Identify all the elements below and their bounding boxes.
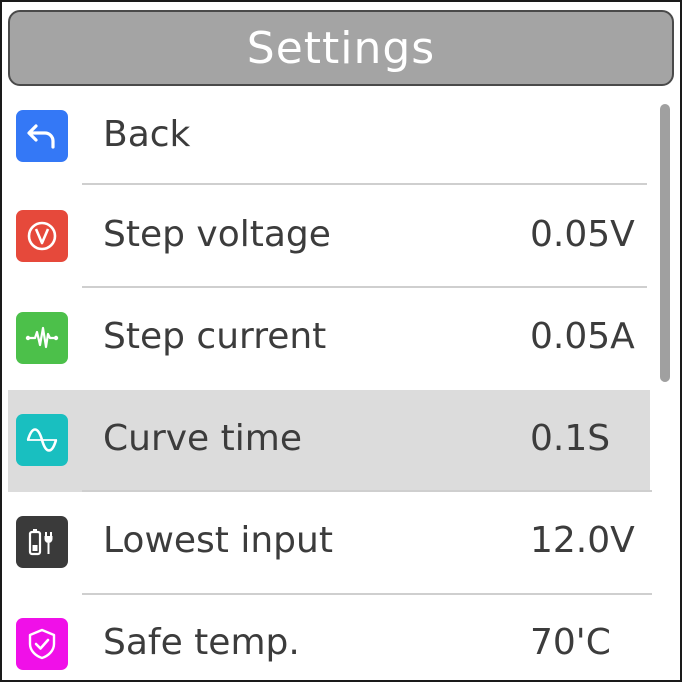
menu-item-step-current[interactable]: Step current 0.05A (8, 288, 650, 390)
menu-item-back[interactable]: Back (8, 86, 650, 188)
row-divider (82, 183, 647, 185)
battery-plug-icon (16, 516, 68, 568)
menu-item-label: Lowest input (103, 520, 333, 561)
scrollbar[interactable] (660, 100, 670, 672)
current-waveform-icon (16, 312, 68, 364)
sine-wave-icon (16, 414, 68, 466)
menu-item-value: 0.05A (530, 316, 635, 357)
menu-item-safe-temp[interactable]: Safe temp. 70'C (8, 594, 650, 680)
back-arrow-icon (16, 110, 68, 162)
menu-item-step-voltage[interactable]: Step voltage 0.05V (8, 186, 650, 288)
title-bar: Settings (8, 10, 674, 86)
menu-item-label: Safe temp. (103, 622, 300, 663)
menu-item-lowest-input[interactable]: Lowest input 12.0V (8, 492, 650, 594)
settings-screen: Settings Back Step voltage 0.05V Step cu… (0, 0, 682, 682)
menu-item-curve-time[interactable]: Curve time 0.1S (8, 390, 650, 492)
settings-list: Back Step voltage 0.05V Step current 0.0… (2, 86, 658, 680)
menu-item-value: 0.1S (530, 418, 611, 459)
menu-item-value: 0.05V (530, 214, 635, 255)
voltage-icon (16, 210, 68, 262)
page-title: Settings (246, 22, 436, 74)
scrollbar-thumb[interactable] (660, 104, 670, 382)
menu-item-value: 12.0V (530, 520, 635, 561)
menu-item-value: 70'C (530, 622, 611, 663)
menu-item-label: Back (103, 114, 191, 155)
shield-check-icon (16, 618, 68, 670)
menu-item-label: Curve time (103, 418, 302, 459)
menu-item-label: Step voltage (103, 214, 331, 255)
menu-item-label: Step current (103, 316, 327, 357)
